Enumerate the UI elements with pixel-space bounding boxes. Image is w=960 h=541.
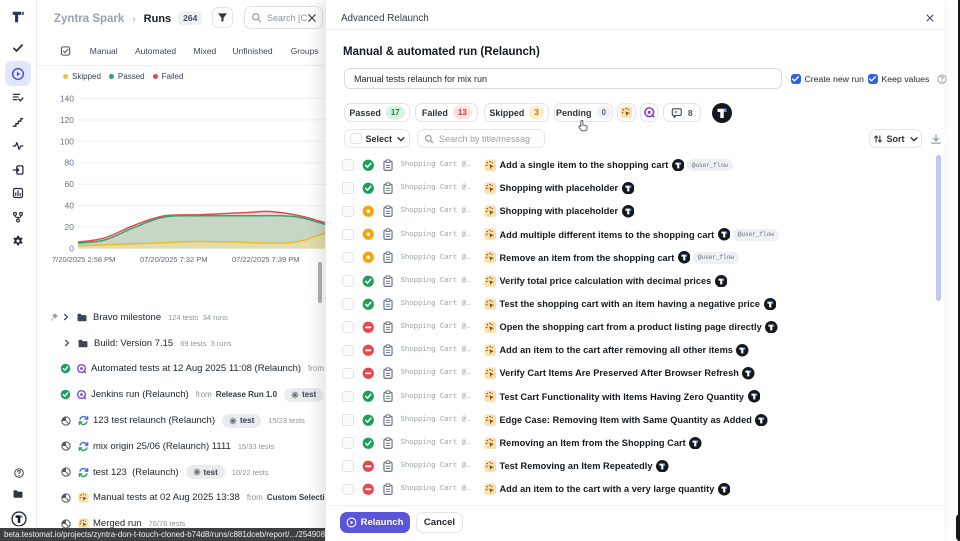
- svg-text:0: 0: [69, 244, 74, 254]
- svg-text:100: 100: [60, 136, 74, 146]
- svg-text:120: 120: [60, 115, 74, 125]
- svg-text:40: 40: [65, 201, 75, 211]
- svg-text:20: 20: [65, 222, 75, 232]
- svg-text:60: 60: [65, 179, 75, 189]
- svg-text:80: 80: [65, 158, 75, 168]
- svg-text:140: 140: [60, 93, 74, 103]
